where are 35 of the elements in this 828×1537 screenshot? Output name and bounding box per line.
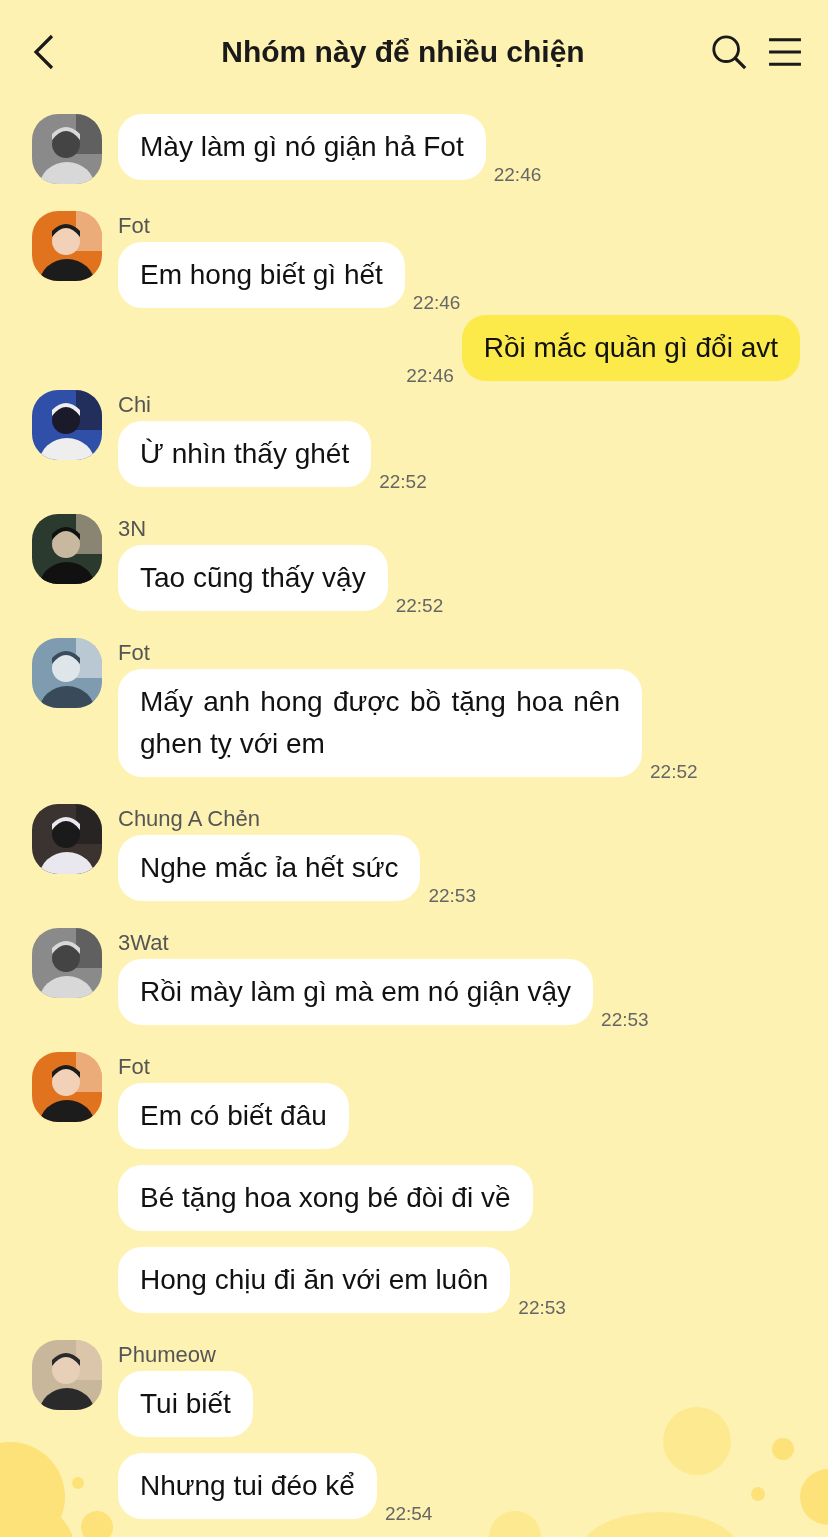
chat-title: Nhóm này để nhiều chiện xyxy=(220,35,586,69)
message-bubble: Em có biết đâu xyxy=(118,1083,349,1149)
message-time: 22:53 xyxy=(428,885,476,907)
sender-name: Fot xyxy=(118,213,151,239)
message-time: 22:54 xyxy=(384,1503,433,1525)
message-bubble: Bé tặng hoa xong bé đòi đi về xyxy=(118,1165,533,1231)
message-time: 22:46 xyxy=(406,365,454,387)
message-time: 22:52 xyxy=(379,471,427,493)
sender-name: 3N xyxy=(118,516,148,542)
message-time: 22:53 xyxy=(601,1009,649,1031)
message-time: 22:53 xyxy=(518,1297,566,1319)
back-icon[interactable] xyxy=(32,32,56,72)
message-time: 22:46 xyxy=(493,164,542,186)
message-bubble: Nhưng tui đéo kể xyxy=(118,1453,377,1519)
sender-name: Phumeow xyxy=(118,1342,217,1368)
sender-name: Fot xyxy=(118,1054,151,1080)
message-bubble: Em hong biết gì hết xyxy=(118,242,405,308)
menu-icon[interactable] xyxy=(768,37,802,67)
message-bubble: Hong chịu đi ăn với em luôn xyxy=(118,1247,511,1313)
message-time: 22:52 xyxy=(650,761,698,783)
message-bubble: Tao cũng thấy vậy xyxy=(118,545,388,611)
message-time: 22:52 xyxy=(395,595,444,617)
message-bubble: Rồi mắc quần gì đổi avt xyxy=(461,315,800,381)
sender-name: Chi xyxy=(118,392,152,418)
message-bubble: Rồi mày làm gì mà em nó giận vậy xyxy=(118,959,594,1025)
sender-name: 3Wat xyxy=(118,930,170,956)
message-bubble: Mấy anh hong được bồ tặng hoa nên ghen tỵ với em xyxy=(118,669,642,777)
sender-name: Chung A Chẻn xyxy=(118,806,261,832)
message-bubble: Nghe mắc ỉa hết sức xyxy=(118,835,421,901)
message-bubble: Ừ nhìn thấy ghét xyxy=(118,421,372,487)
search-icon[interactable] xyxy=(710,33,748,71)
sender-name: Fot xyxy=(118,640,151,666)
message-time: 22:46 xyxy=(412,292,461,314)
message-bubble: Tui biết xyxy=(118,1371,253,1437)
message-bubble: Mày làm gì nó giận hả Fot xyxy=(118,114,486,180)
